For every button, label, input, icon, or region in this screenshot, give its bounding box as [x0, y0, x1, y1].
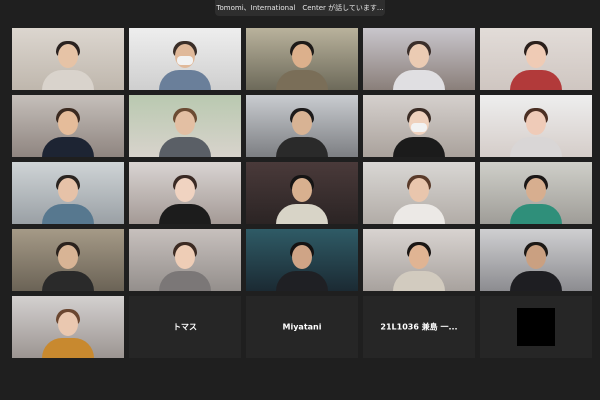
- participant-video-tile[interactable]: [246, 28, 358, 90]
- participant-name-tile[interactable]: トマス: [129, 296, 241, 358]
- participant-avatar: [272, 172, 332, 224]
- participant-avatar: [272, 38, 332, 90]
- participant-video-tile[interactable]: [363, 229, 475, 291]
- participant-avatar: [389, 172, 449, 224]
- participant-name-label: 21L1036 兼島 一...: [380, 322, 458, 332]
- participant-avatar: [272, 239, 332, 291]
- participant-avatar: [506, 239, 566, 291]
- participant-video-tile[interactable]: [480, 95, 592, 157]
- participant-avatar: [506, 105, 566, 157]
- participant-video-tile[interactable]: [246, 162, 358, 224]
- active-speaker-banner: Tomomi、International Center が話しています...: [215, 0, 385, 16]
- participant-video-tile[interactable]: [129, 28, 241, 90]
- participant-avatar: [389, 38, 449, 90]
- participant-video-tile[interactable]: [363, 162, 475, 224]
- participant-video-tile[interactable]: [129, 95, 241, 157]
- participant-video-tile[interactable]: [12, 162, 124, 224]
- participant-video-tile[interactable]: [246, 95, 358, 157]
- participant-avatar: [38, 172, 98, 224]
- participant-video-tile[interactable]: [480, 28, 592, 90]
- participant-video-tile[interactable]: [363, 28, 475, 90]
- participant-video-tile[interactable]: [480, 229, 592, 291]
- participant-name-tile[interactable]: Miyatani: [246, 296, 358, 358]
- participant-avatar: [155, 172, 215, 224]
- participant-avatar: [155, 38, 215, 90]
- participant-video-tile[interactable]: [12, 296, 124, 358]
- participant-name-label: トマス: [173, 322, 197, 332]
- participant-video-tile[interactable]: [246, 229, 358, 291]
- participant-avatar: [38, 306, 98, 358]
- participant-video-tile[interactable]: [363, 95, 475, 157]
- participant-avatar: [389, 105, 449, 157]
- participant-avatar: [389, 239, 449, 291]
- participant-video-tile[interactable]: [12, 28, 124, 90]
- gallery-view-grid: トマス Miyatani 21L1036 兼島 一...: [12, 28, 592, 358]
- participant-video-tile[interactable]: [129, 229, 241, 291]
- participant-avatar: [38, 38, 98, 90]
- participant-video-tile[interactable]: [12, 229, 124, 291]
- participant-video-tile[interactable]: [480, 162, 592, 224]
- participant-avatar: [38, 239, 98, 291]
- participant-name-tile[interactable]: 21L1036 兼島 一...: [363, 296, 475, 358]
- participant-blank-tile[interactable]: [480, 296, 592, 358]
- participant-video-tile[interactable]: [129, 162, 241, 224]
- participant-avatar: [506, 38, 566, 90]
- participant-avatar: [506, 172, 566, 224]
- video-off-placeholder: [517, 308, 555, 346]
- participant-avatar: [155, 239, 215, 291]
- participant-avatar: [272, 105, 332, 157]
- participant-name-label: Miyatani: [282, 322, 322, 332]
- participant-avatar: [155, 105, 215, 157]
- participant-avatar: [38, 105, 98, 157]
- participant-video-tile[interactable]: [12, 95, 124, 157]
